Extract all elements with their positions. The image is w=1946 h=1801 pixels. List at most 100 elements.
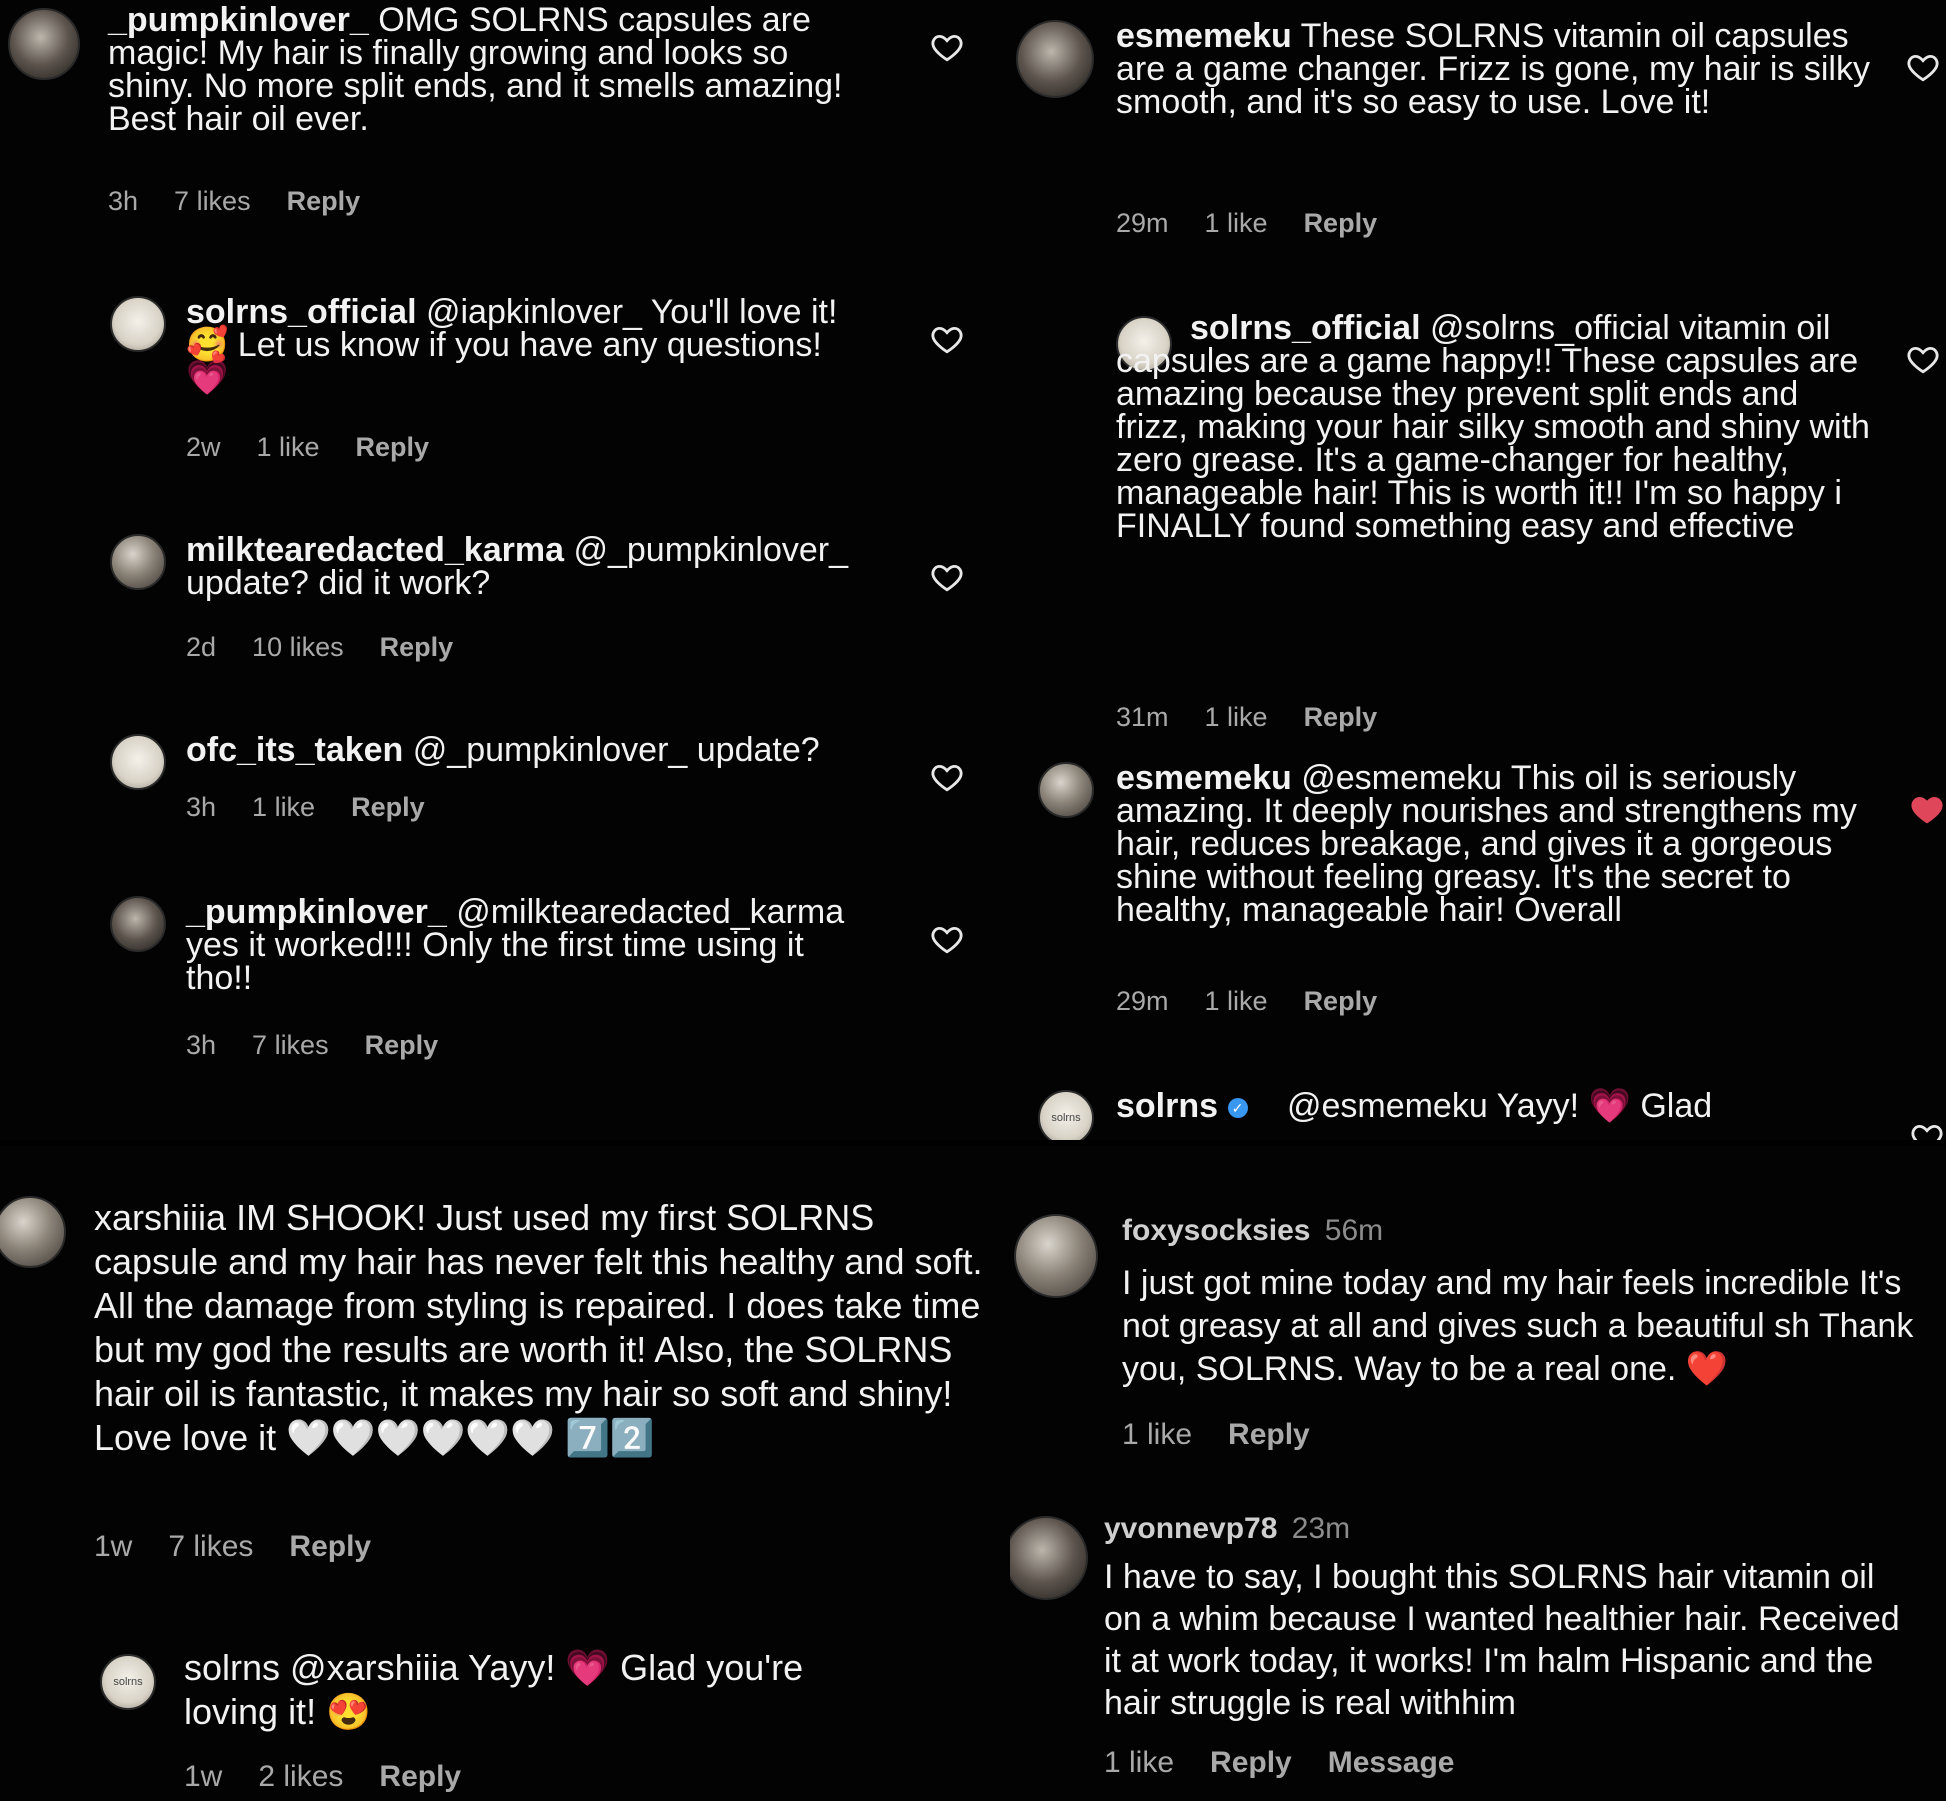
reply-button[interactable]: Reply [289,1530,371,1564]
reply-button[interactable]: Reply [287,186,361,217]
panel-bottom-right: foxysocksies 56m I just got mine today a… [1010,1146,1946,1801]
heart-icon[interactable] [1906,342,1940,376]
verified-badge-icon: ✓ [1227,1098,1248,1119]
comment-time: 3h [108,186,139,216]
heart-icon[interactable] [930,922,964,956]
comment-text: solrns_official @solrns_official vitamin… [1116,309,1876,545]
comment-username[interactable]: xarshiiia [94,1197,226,1238]
avatar[interactable]: solrns [100,1654,156,1710]
reply-button[interactable]: Reply [356,432,430,463]
comment-time: 2w [186,432,221,462]
avatar[interactable] [0,1196,66,1268]
avatar[interactable] [1038,762,1094,818]
reply-button[interactable]: Reply [1304,702,1378,733]
comment-username[interactable]: solrns [184,1647,280,1688]
message-button[interactable]: Message [1328,1746,1455,1780]
avatar[interactable] [110,296,166,352]
comment-meta: 2d 10 likes Reply [186,632,453,663]
heart-icon[interactable] [930,560,964,594]
comment-text: milktearedacted_karma @_pumpkinlover_ up… [186,533,886,600]
comment-meta: 1w 7 likes Reply [94,1530,371,1564]
avatar[interactable]: solrns [1038,1090,1094,1140]
reply-button[interactable]: Reply [1210,1746,1292,1780]
comment-username[interactable]: foxysocksies [1122,1214,1310,1247]
avatar-label: solrns [1051,1112,1081,1124]
comment-header: yvonnevp78 23m [1104,1512,1350,1545]
comment-meta: 3h 7 likes Reply [108,186,360,217]
comment-likes[interactable]: 1 like [252,792,315,823]
comment-body: @solrns_official vitamin oil capsules ar… [1116,309,1870,545]
comment-time: 29m [1116,986,1169,1016]
comment-text: solrns ✓ @esmemeku Yayy! 💗 Glad [1116,1087,1876,1125]
panel-top-left: _pumpkinlover_ OMG SOLRNS capsules are m… [0,0,1010,1140]
comment-body: @_pumpkinlover_ update? [412,731,820,769]
reply-button[interactable]: Reply [1228,1418,1310,1452]
avatar-label: solrns [113,1676,143,1688]
comment-likes[interactable]: 1 like [257,432,320,463]
comment-time: 3h [186,1030,217,1060]
comment-likes[interactable]: 1 like [1205,986,1268,1017]
comment-likes[interactable]: 1 like [1205,702,1268,733]
comment-text: esmemeku @esmemeku This oil is seriously… [1116,761,1876,927]
comment-likes[interactable]: 1 like [1104,1746,1174,1780]
comment-text: solrns @xarshiiia Yayy! 💗 Glad you're lo… [184,1646,904,1734]
comment-meta: 1 like Reply Message [1104,1746,1455,1780]
reply-button[interactable]: Reply [365,1030,439,1061]
comment-time: 23m [1291,1512,1351,1545]
comment-username[interactable]: solrns [1116,1087,1218,1125]
comment-body: I have to say, I bought this SOLRNS hair… [1104,1558,1900,1722]
comment-text: _pumpkinlover_ @milktearedacted_karma ye… [186,895,876,995]
comment-likes[interactable]: 2 likes [258,1760,343,1794]
comment-meta: 2w 1 like Reply [186,432,429,463]
reply-button[interactable]: Reply [379,1760,461,1794]
comment-body: @esmemeku Yayy! 💗 Glad [1286,1087,1713,1125]
avatar[interactable] [1014,1214,1098,1298]
comment-likes[interactable]: 7 likes [252,1030,329,1061]
comment-username[interactable]: yvonnevp78 [1104,1512,1277,1545]
comment-time: 2d [186,632,217,662]
comment-likes[interactable]: 7 likes [168,1530,253,1564]
heart-icon[interactable] [930,30,964,64]
avatar[interactable] [1016,20,1094,98]
heart-icon[interactable] [930,322,964,356]
comment-meta: 3h 7 likes Reply [186,1030,438,1061]
avatar[interactable] [110,896,166,952]
heart-icon-liked[interactable] [1910,792,1944,826]
comment-likes[interactable]: 10 likes [252,632,344,663]
avatar[interactable] [110,534,166,590]
heart-icon[interactable] [1906,50,1940,84]
comment-meta: 1w 2 likes Reply [184,1760,461,1794]
reply-button[interactable]: Reply [1304,986,1378,1017]
heart-icon[interactable] [930,760,964,794]
reply-button[interactable]: Reply [380,632,454,663]
comment-time: 29m [1116,208,1169,238]
comment-time: 1w [184,1760,223,1793]
comment-text: ofc_its_taken @_pumpkinlover_ update? [186,731,886,769]
comment-meta: 3h 1 like Reply [186,792,425,823]
comment-text: solrns_official @iapkinlover_ You'll lov… [186,295,866,395]
comment-body: I just got mine today and my hair feels … [1122,1264,1914,1388]
avatar[interactable] [8,8,80,80]
comment-meta: 1 like Reply [1122,1418,1310,1452]
comment-header: foxysocksies 56m [1122,1214,1383,1247]
panel-top-right: esmemeku These SOLRNS vitamin oil capsul… [1010,0,1946,1140]
comment-likes[interactable]: 1 like [1205,208,1268,239]
comment-time: 3h [186,792,217,822]
comment-time: 56m [1324,1214,1384,1247]
comment-text: esmemeku These SOLRNS vitamin oil capsul… [1116,19,1876,119]
comment-likes[interactable]: 7 likes [174,186,251,217]
comment-meta: 29m 1 like Reply [1116,986,1377,1017]
comment-meta: 29m 1 like Reply [1116,208,1377,239]
avatar[interactable] [110,734,166,790]
heart-icon[interactable] [1910,1120,1944,1140]
comment-time: 31m [1116,702,1169,732]
comment-meta: 31m 1 like Reply [1116,702,1377,733]
avatar[interactable] [1010,1516,1088,1600]
reply-button[interactable]: Reply [1304,208,1378,239]
comment-text: _pumpkinlover_ OMG SOLRNS capsules are m… [108,3,868,136]
comment-time: 1w [94,1530,133,1563]
comment-likes[interactable]: 1 like [1122,1418,1192,1452]
comment-username[interactable]: ofc_its_taken [186,731,403,769]
panel-bottom-left: xarshiiia IM SHOOK! Just used my first S… [0,1146,1010,1801]
reply-button[interactable]: Reply [351,792,425,823]
